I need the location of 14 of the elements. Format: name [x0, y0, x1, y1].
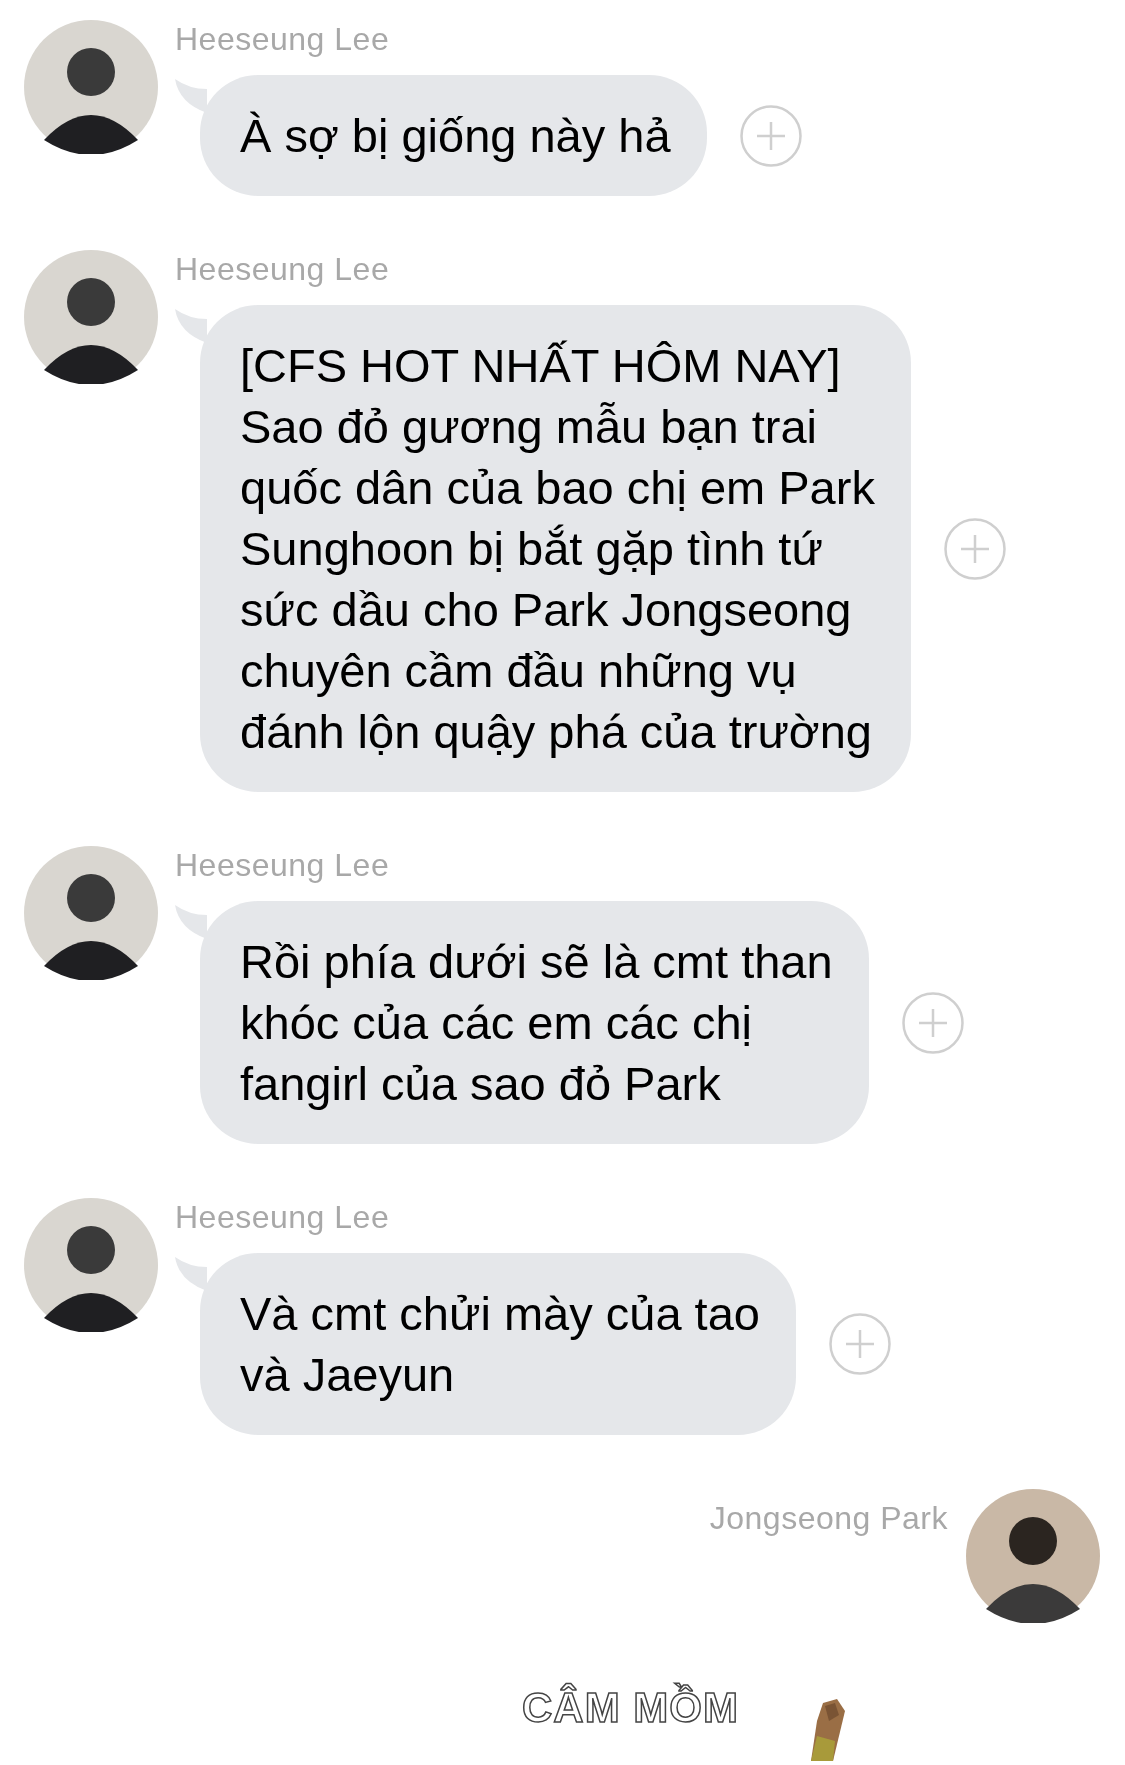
message-bubble: [CFS HOT NHẤT HÔM NAY] Sao đỏ gương mẫu bạn trai quốc dân của bao chị em Park Sunghoon bị bắt gặp tình tứ sức dầu cho Park Jongseong chuyên cầm đầu những vụ đánh lộn quậy phá của trường: [200, 305, 911, 792]
add-reaction-icon[interactable]: [739, 104, 802, 167]
message-bubble: À sợ bị giống này hả: [200, 75, 707, 196]
message-bubble: Và cmt chửi mày của tao và Jaeyun: [200, 1253, 796, 1435]
sender-name: Heeseung Lee: [175, 1198, 391, 1236]
sender-name: Heeseung Lee: [175, 250, 391, 288]
add-reaction-icon[interactable]: [943, 517, 1006, 580]
sticker-caption: CÂM MỒM: [522, 1683, 739, 1733]
sender-name: Heeseung Lee: [175, 20, 391, 58]
add-reaction-icon[interactable]: [828, 1313, 891, 1375]
message-bubble: Rồi phía dưới sẽ là cmt than khóc của các em các chị fangirl của sao đỏ Park: [200, 901, 869, 1144]
sender-name: Heeseung Lee: [175, 846, 391, 884]
sender-name: Jongseong Park: [709, 1499, 948, 1537]
add-reaction-icon[interactable]: [901, 991, 964, 1054]
